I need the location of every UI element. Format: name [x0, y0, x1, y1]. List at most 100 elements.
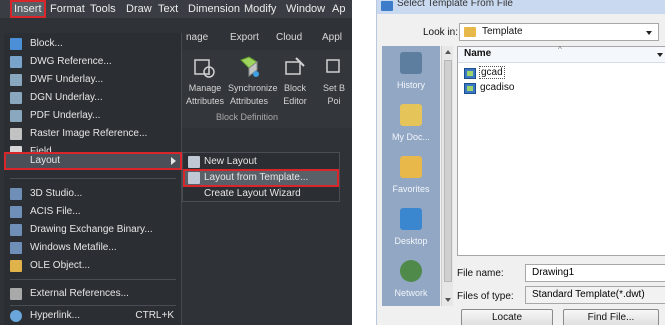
- block-editor-button[interactable]: Block Editor: [274, 54, 316, 110]
- synchronize-attributes-button[interactable]: Synchronize Attributes: [228, 54, 278, 110]
- column-header-label: Name: [464, 48, 492, 59]
- manage-attributes-button[interactable]: Manage Attributes: [184, 54, 226, 110]
- file-name: gcadiso: [480, 82, 515, 93]
- ribbon-tab-cloud[interactable]: Cloud: [276, 32, 302, 43]
- windows-metafile-icon: [10, 242, 22, 254]
- file-name: gcad: [479, 66, 505, 79]
- file-name-input[interactable]: Drawing1: [525, 264, 665, 282]
- menu-separator: [10, 178, 176, 179]
- template-file-icon: [464, 83, 476, 94]
- chevron-down-icon: [646, 31, 652, 35]
- set-base-point-button[interactable]: Set B Poi: [316, 54, 352, 110]
- tool-label: Attributes: [229, 96, 269, 106]
- menu-item-3d-studio[interactable]: 3D Studio...: [4, 185, 182, 203]
- place-favorites[interactable]: Favorites: [382, 150, 440, 202]
- file-name-label: File name:: [457, 268, 504, 279]
- menu-item-windows-metafile[interactable]: Windows Metafile...: [4, 239, 182, 257]
- template-file-icon: [464, 68, 476, 79]
- look-in-dropdown[interactable]: Template: [459, 23, 659, 41]
- cad-application-window: Insert Format Tools Draw Text Dimension …: [0, 0, 352, 325]
- menu-item-external-references[interactable]: External References...: [4, 285, 182, 303]
- tool-label: Poi: [327, 96, 341, 106]
- menu-dimension[interactable]: Dimension: [188, 0, 240, 18]
- insert-dropdown-menu: Block... DWG Reference... DWF Underlay..…: [4, 33, 182, 325]
- find-file-button[interactable]: Find File...: [563, 309, 659, 325]
- favorites-icon: [400, 156, 422, 178]
- place-label: Desktop: [394, 236, 428, 246]
- menu-separator: [10, 305, 176, 306]
- place-desktop[interactable]: Desktop: [382, 202, 440, 254]
- sort-indicator-icon: ^: [558, 45, 562, 54]
- menu-item-hyperlink[interactable]: Hyperlink... CTRL+K: [4, 307, 182, 325]
- place-network[interactable]: Network: [382, 254, 440, 306]
- block-icon: [10, 38, 22, 50]
- menu-tools[interactable]: Tools: [90, 0, 116, 18]
- layout-template-icon: [188, 172, 200, 184]
- scroll-down-icon[interactable]: [445, 298, 451, 302]
- tool-label: Attributes: [185, 96, 225, 106]
- menu-item-dxb[interactable]: Drawing Exchange Binary...: [4, 221, 182, 239]
- dialog-title: Select Template From File: [397, 0, 513, 9]
- tool-label: Manage: [188, 83, 222, 93]
- menu-item-dwg-reference[interactable]: DWG Reference...: [4, 53, 182, 71]
- menu-item-acis-file[interactable]: ACIS File...: [4, 203, 182, 221]
- places-scrollbar[interactable]: [441, 46, 453, 306]
- place-history[interactable]: History: [382, 46, 440, 98]
- name-column-header[interactable]: Name ^: [458, 45, 665, 63]
- desktop-icon: [400, 208, 422, 230]
- menu-item-label: DWF Underlay...: [30, 74, 104, 85]
- menu-item-label: DWG Reference...: [30, 56, 112, 67]
- file-type-select[interactable]: Standard Template(*.dwt): [525, 286, 665, 304]
- menu-item-raster-image[interactable]: Raster Image Reference...: [4, 125, 182, 143]
- menu-text[interactable]: Text: [158, 0, 178, 18]
- menu-item-label: Windows Metafile...: [30, 242, 117, 253]
- tool-label: Synchronize: [228, 83, 278, 93]
- menu-item-label: DGN Underlay...: [30, 92, 103, 103]
- locate-button[interactable]: Locate: [461, 309, 553, 325]
- ribbon-tabs: nage Export Cloud Appl: [182, 32, 352, 48]
- dgn-underlay-icon: [10, 92, 22, 104]
- menu-item-label: 3D Studio...: [30, 188, 83, 199]
- menu-item-label: ACIS File...: [30, 206, 81, 217]
- menu-item-block[interactable]: Block...: [4, 35, 182, 53]
- menu-item-dgn-underlay[interactable]: DGN Underlay...: [4, 89, 182, 107]
- menu-shortcut: CTRL+K: [135, 310, 174, 321]
- menu-modify[interactable]: Modify: [244, 0, 276, 18]
- place-my-documents[interactable]: My Doc...: [382, 98, 440, 150]
- scroll-thumb[interactable]: [444, 60, 452, 282]
- menu-item-label: Drawing Exchange Binary...: [30, 224, 153, 235]
- dwg-reference-icon: [10, 56, 22, 68]
- ribbon-tab-manage[interactable]: nage: [186, 32, 208, 43]
- pdf-underlay-icon: [10, 110, 22, 122]
- ribbon-tab-export[interactable]: Export: [230, 32, 259, 43]
- ribbon-panel: Manage Attributes Synchronize Attributes…: [182, 50, 352, 128]
- menu-bar: Insert Format Tools Draw Text Dimension …: [0, 0, 352, 18]
- dwf-underlay-icon: [10, 74, 22, 86]
- hyperlink-icon: [10, 310, 22, 322]
- menu-item-pdf-underlay[interactable]: PDF Underlay...: [4, 107, 182, 125]
- menu-item-label: Hyperlink...: [30, 310, 81, 321]
- menu-window[interactable]: Window: [286, 0, 325, 18]
- menu-item-dwf-underlay[interactable]: DWF Underlay...: [4, 71, 182, 89]
- menu-item-label: Block...: [30, 38, 63, 49]
- menu-item-create-layout-wizard[interactable]: Create Layout Wizard: [183, 185, 339, 203]
- menu-format[interactable]: Format: [50, 0, 85, 18]
- ribbon-tab-app[interactable]: Appl: [322, 32, 342, 43]
- menu-item-label: External References...: [30, 288, 129, 299]
- place-label: Favorites: [392, 184, 430, 194]
- scroll-up-icon[interactable]: [445, 50, 451, 54]
- menu-draw[interactable]: Draw: [126, 0, 152, 18]
- layout-submenu: New Layout Layout from Template... Creat…: [182, 152, 340, 202]
- new-layout-icon: [188, 156, 200, 168]
- raster-image-icon: [10, 128, 22, 140]
- place-label: Network: [394, 288, 428, 298]
- tool-label: Editor: [283, 96, 307, 106]
- look-in-value: Template: [482, 26, 523, 37]
- menu-insert[interactable]: Insert: [10, 0, 46, 18]
- history-icon: [400, 52, 422, 74]
- menu-item-ole-object[interactable]: OLE Object...: [4, 257, 182, 275]
- manage-attributes-icon: [194, 59, 215, 78]
- menu-app[interactable]: Ap: [332, 0, 345, 18]
- file-list: Name ^ gcad gcadiso: [457, 45, 665, 256]
- menu-item-layout[interactable]: Layout: [4, 152, 182, 170]
